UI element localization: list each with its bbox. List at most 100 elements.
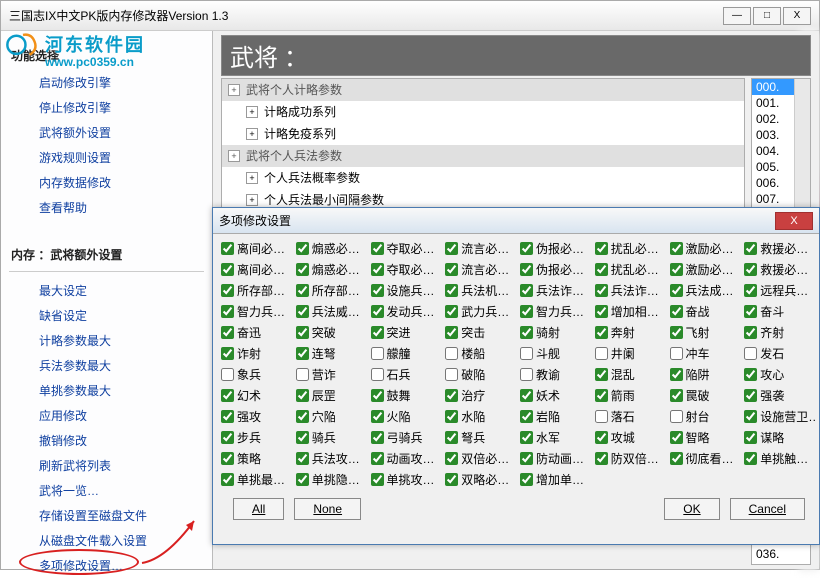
all-button[interactable]: All [233,498,284,520]
scrollbar[interactable] [794,79,810,217]
option-checkbox[interactable]: 扰乱必… [595,261,668,278]
option-checkbox[interactable]: 单挑隐… [296,471,369,488]
option-checkbox[interactable]: 扰乱必… [595,240,668,257]
expand-icon[interactable]: + [246,106,258,118]
option-checkbox[interactable]: 诈射 [221,345,294,362]
expand-icon[interactable]: + [228,150,240,162]
sidebar-link[interactable]: 武将额外设置 [1,120,212,145]
option-checkbox[interactable]: 离间必… [221,240,294,257]
option-checkbox[interactable]: 弩兵 [445,429,518,446]
sidebar-link[interactable]: 启动修改引擎 [1,70,212,95]
option-checkbox[interactable]: 增加单… [520,471,593,488]
option-checkbox[interactable]: 双倍必… [445,450,518,467]
sidebar-link[interactable]: 兵法参数最大 [1,353,212,378]
option-checkbox[interactable]: 煽惑必… [296,240,369,257]
option-checkbox[interactable]: 妖术 [520,387,593,404]
option-checkbox[interactable]: 奋战 [670,303,743,320]
option-checkbox[interactable]: 设施营卫… [744,408,817,425]
option-checkbox[interactable]: 发动兵… [371,303,444,320]
option-checkbox[interactable]: 彻底看… [670,450,743,467]
option-checkbox[interactable]: 单挑攻… [371,471,444,488]
option-checkbox[interactable]: 象兵 [221,366,294,383]
option-checkbox[interactable]: 动画攻… [371,450,444,467]
general-number-list[interactable]: 000.001.002.003.004.005.006.007.008.009.… [751,78,811,218]
sidebar-link[interactable]: 武将一览… [1,478,212,503]
option-checkbox[interactable]: 远程兵… [744,282,817,299]
option-checkbox[interactable]: 兵法攻… [296,450,369,467]
option-checkbox[interactable]: 激励必… [670,261,743,278]
option-checkbox[interactable]: 策略 [221,450,294,467]
option-checkbox[interactable]: 防双倍… [595,450,668,467]
option-checkbox[interactable]: 弓骑兵 [371,429,444,446]
option-checkbox[interactable]: 兵法成… [670,282,743,299]
option-checkbox[interactable]: 流言必… [445,261,518,278]
option-checkbox[interactable]: 兵法诈… [520,282,593,299]
option-checkbox[interactable]: 骑兵 [296,429,369,446]
expand-icon[interactable]: + [228,84,240,96]
option-checkbox[interactable]: 飞射 [670,324,743,341]
option-checkbox[interactable]: 设施兵… [371,282,444,299]
option-checkbox[interactable]: 步兵 [221,429,294,446]
cancel-button[interactable]: Cancel [730,498,805,520]
expand-icon[interactable]: + [246,128,258,140]
option-checkbox[interactable]: 煽惑必… [296,261,369,278]
option-checkbox[interactable]: 兵法机… [445,282,518,299]
expand-icon[interactable]: + [246,194,258,206]
sidebar-link[interactable]: 从磁盘文件载入设置 [1,528,212,553]
option-checkbox[interactable]: 破陥 [445,366,518,383]
params-tree[interactable]: +武将个人计略参数 +计略成功系列 +计略免疫系列 +武将个人兵法参数 +个人兵… [221,78,745,218]
option-checkbox[interactable]: 所存部… [296,282,369,299]
expand-icon[interactable]: + [246,172,258,184]
option-checkbox[interactable]: 攻城 [595,429,668,446]
option-checkbox[interactable]: 救援必… [744,261,817,278]
option-checkbox[interactable]: 智略 [670,429,743,446]
sidebar-link[interactable]: 应用修改 [1,403,212,428]
option-checkbox[interactable]: 石兵 [371,366,444,383]
option-checkbox[interactable]: 智力兵… [221,303,294,320]
option-checkbox[interactable]: 奔射 [595,324,668,341]
option-checkbox[interactable]: 罠破 [670,387,743,404]
option-checkbox[interactable]: 离间必… [221,261,294,278]
option-checkbox[interactable]: 兵法威… [296,303,369,320]
option-checkbox[interactable]: 鼓舞 [371,387,444,404]
option-checkbox[interactable]: 井阑 [595,345,668,362]
minimize-button[interactable]: — [723,7,751,25]
option-checkbox[interactable]: 增加相… [595,303,668,320]
sidebar-link[interactable]: 最大设定 [1,278,212,303]
option-checkbox[interactable]: 骑射 [520,324,593,341]
option-checkbox[interactable]: 连弩 [296,345,369,362]
option-checkbox[interactable]: 陥阱 [670,366,743,383]
option-checkbox[interactable]: 攻心 [744,366,817,383]
option-checkbox[interactable]: 单挑最… [221,471,294,488]
option-checkbox[interactable]: 发石 [744,345,817,362]
option-checkbox[interactable]: 水陥 [445,408,518,425]
sidebar-link[interactable]: 停止修改引擎 [1,95,212,120]
option-checkbox[interactable]: 斗舰 [520,345,593,362]
option-checkbox[interactable]: 夺取必… [371,261,444,278]
option-checkbox[interactable]: 突破 [296,324,369,341]
option-checkbox[interactable]: 幻术 [221,387,294,404]
option-checkbox[interactable]: 箭雨 [595,387,668,404]
dialog-close-button[interactable]: X [775,212,813,230]
option-checkbox[interactable]: 穴陥 [296,408,369,425]
option-checkbox[interactable]: 火陥 [371,408,444,425]
option-checkbox[interactable]: 武力兵… [445,303,518,320]
sidebar-link[interactable]: 刷新武将列表 [1,453,212,478]
option-checkbox[interactable]: 防动画… [520,450,593,467]
option-checkbox[interactable]: 岩陥 [520,408,593,425]
sidebar-link[interactable]: 多项修改设置… [1,553,212,578]
option-checkbox[interactable]: 伪报必… [520,261,593,278]
option-checkbox[interactable]: 救援必… [744,240,817,257]
sidebar-link[interactable]: 计略参数最大 [1,328,212,353]
sidebar-link[interactable]: 内存数据修改 [1,170,212,195]
option-checkbox[interactable]: 奋迅 [221,324,294,341]
sidebar-link[interactable]: 缺省设定 [1,303,212,328]
close-button[interactable]: X [783,7,811,25]
option-checkbox[interactable]: 冲车 [670,345,743,362]
option-checkbox[interactable]: 水军 [520,429,593,446]
option-checkbox[interactable]: 智力兵… [520,303,593,320]
none-button[interactable]: None [294,498,361,520]
option-checkbox[interactable]: 营诈 [296,366,369,383]
option-checkbox[interactable]: 兵法诈… [595,282,668,299]
option-checkbox[interactable]: 教谕 [520,366,593,383]
